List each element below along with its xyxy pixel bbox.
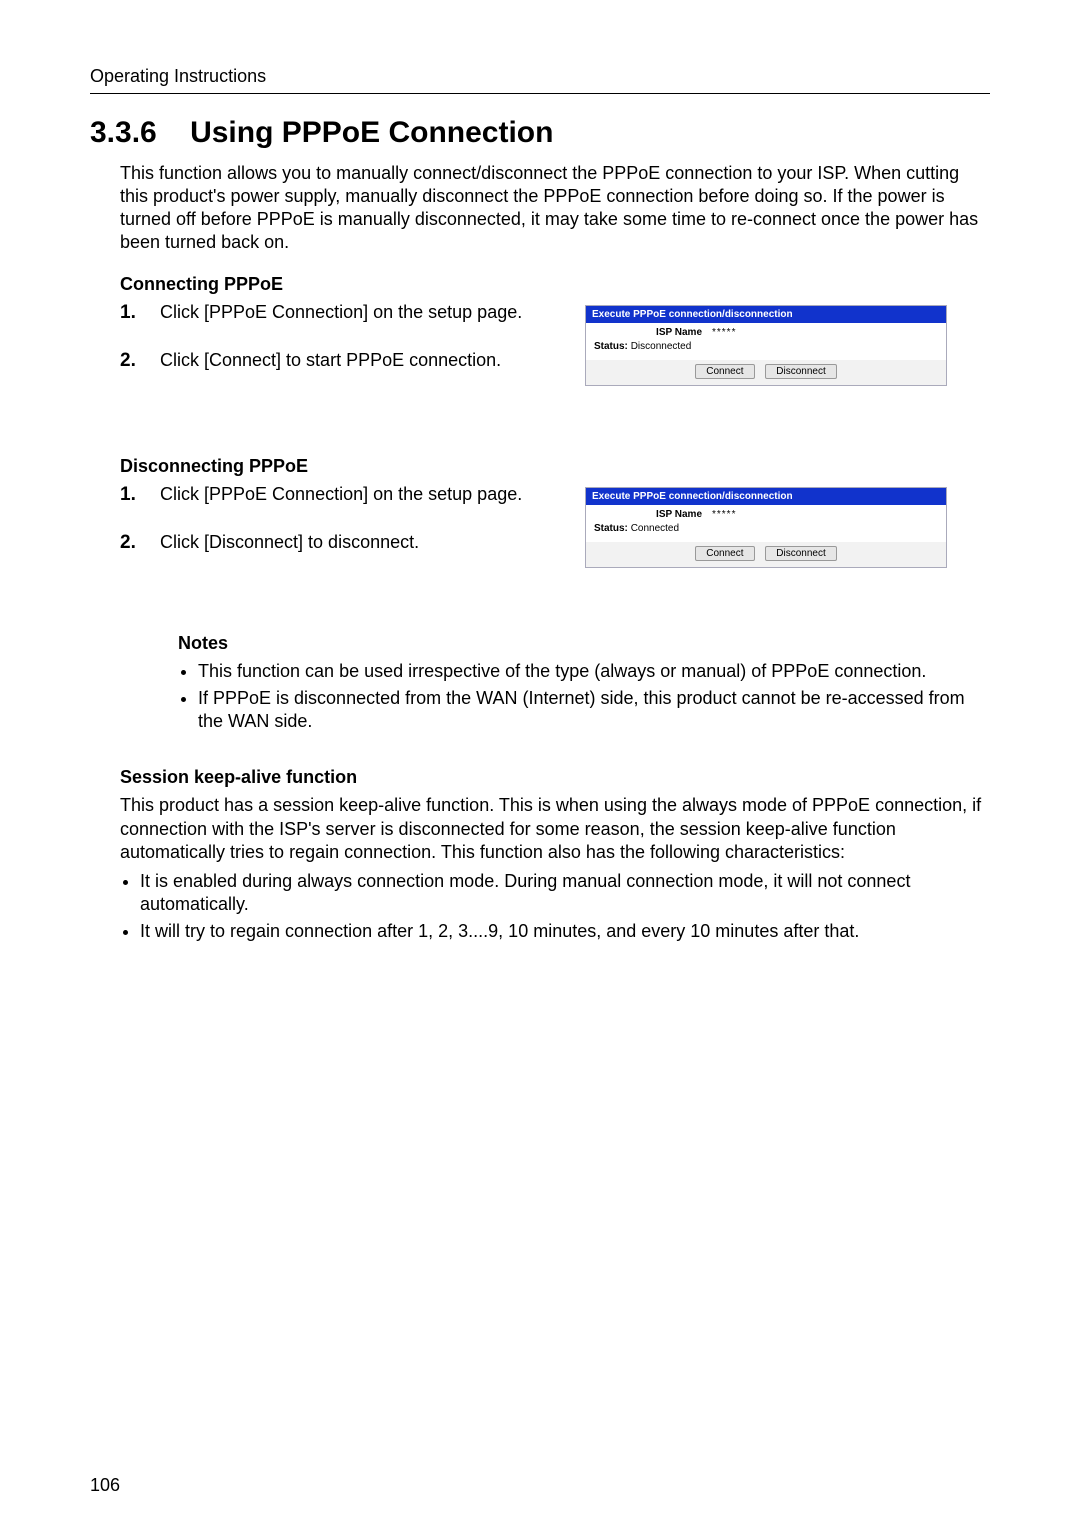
- panel-body: ISP Name ***** Status: Connected: [586, 505, 946, 542]
- step-text: Click [PPPoE Connection] on the setup pa…: [160, 483, 522, 506]
- isp-name-value: *****: [712, 327, 940, 338]
- keepalive-list: It is enabled during always connection m…: [120, 870, 990, 943]
- header-rule: [90, 93, 990, 94]
- panel-button-row: Connect Disconnect: [586, 542, 946, 567]
- panel-body: ISP Name ***** Status: Disconnected: [586, 323, 946, 360]
- isp-name-label: ISP Name: [592, 509, 712, 520]
- intro-paragraph: This function allows you to manually con…: [120, 162, 990, 254]
- list-item: 1. Click [PPPoE Connection] on the setup …: [120, 301, 585, 325]
- isp-name-label: ISP Name: [592, 327, 712, 338]
- connecting-heading: Connecting PPPoE: [120, 274, 990, 295]
- notes-heading: Notes: [178, 633, 990, 654]
- step-number: 1.: [120, 301, 142, 325]
- connect-button[interactable]: Connect: [695, 546, 754, 561]
- connecting-block: 1. Click [PPPoE Connection] on the setup …: [90, 301, 990, 398]
- status-label: Status:: [594, 341, 628, 352]
- section-number: 3.3.6: [90, 116, 157, 149]
- list-item: It will try to regain connection after 1…: [140, 920, 990, 943]
- page-number: 106: [90, 1475, 120, 1496]
- connecting-steps: 1. Click [PPPoE Connection] on the setup …: [120, 301, 585, 374]
- step-text: Click [PPPoE Connection] on the setup pa…: [160, 301, 522, 324]
- status-line: Status: Disconnected: [594, 341, 940, 352]
- isp-name-value: *****: [712, 509, 940, 520]
- connect-button[interactable]: Connect: [695, 364, 754, 379]
- list-item: 2. Click [Disconnect] to disconnect.: [120, 531, 585, 555]
- step-text: Click [Disconnect] to disconnect.: [160, 531, 419, 554]
- list-item: If PPPoE is disconnected from the WAN (I…: [198, 687, 990, 733]
- step-number: 2.: [120, 349, 142, 373]
- document-page: Operating Instructions 3.3.6 Using PPPoE…: [0, 0, 1080, 1526]
- keepalive-text: This product has a session keep-alive fu…: [120, 794, 990, 863]
- pppoe-panel-disconnected: Execute PPPoE connection/disconnection I…: [585, 305, 947, 386]
- step-number: 1.: [120, 483, 142, 507]
- pppoe-panel-connected: Execute PPPoE connection/disconnection I…: [585, 487, 947, 568]
- panel-button-row: Connect Disconnect: [586, 360, 946, 385]
- list-item: 1. Click [PPPoE Connection] on the setup …: [120, 483, 585, 507]
- running-header: Operating Instructions: [90, 66, 990, 87]
- disconnect-button[interactable]: Disconnect: [765, 546, 836, 561]
- panel-title: Execute PPPoE connection/disconnection: [586, 488, 946, 505]
- disconnecting-block: 1. Click [PPPoE Connection] on the setup …: [90, 483, 990, 580]
- disconnecting-steps: 1. Click [PPPoE Connection] on the setup …: [120, 483, 585, 556]
- panel-title: Execute PPPoE connection/disconnection: [586, 306, 946, 323]
- step-number: 2.: [120, 531, 142, 555]
- section-title: Using PPPoE Connection: [190, 116, 553, 149]
- disconnecting-heading: Disconnecting PPPoE: [120, 456, 990, 477]
- status-value: Disconnected: [631, 341, 692, 352]
- list-item: It is enabled during always connection m…: [140, 870, 990, 916]
- list-item: This function can be used irrespective o…: [198, 660, 990, 683]
- step-text: Click [Connect] to start PPPoE connectio…: [160, 349, 501, 372]
- status-value: Connected: [631, 523, 679, 534]
- notes-list: This function can be used irrespective o…: [178, 660, 990, 733]
- disconnect-button[interactable]: Disconnect: [765, 364, 836, 379]
- keepalive-heading: Session keep-alive function: [120, 767, 990, 788]
- status-line: Status: Connected: [594, 523, 940, 534]
- status-label: Status:: [594, 523, 628, 534]
- section-heading: 3.3.6 Using PPPoE Connection: [90, 116, 990, 150]
- list-item: 2. Click [Connect] to start PPPoE connect…: [120, 349, 585, 373]
